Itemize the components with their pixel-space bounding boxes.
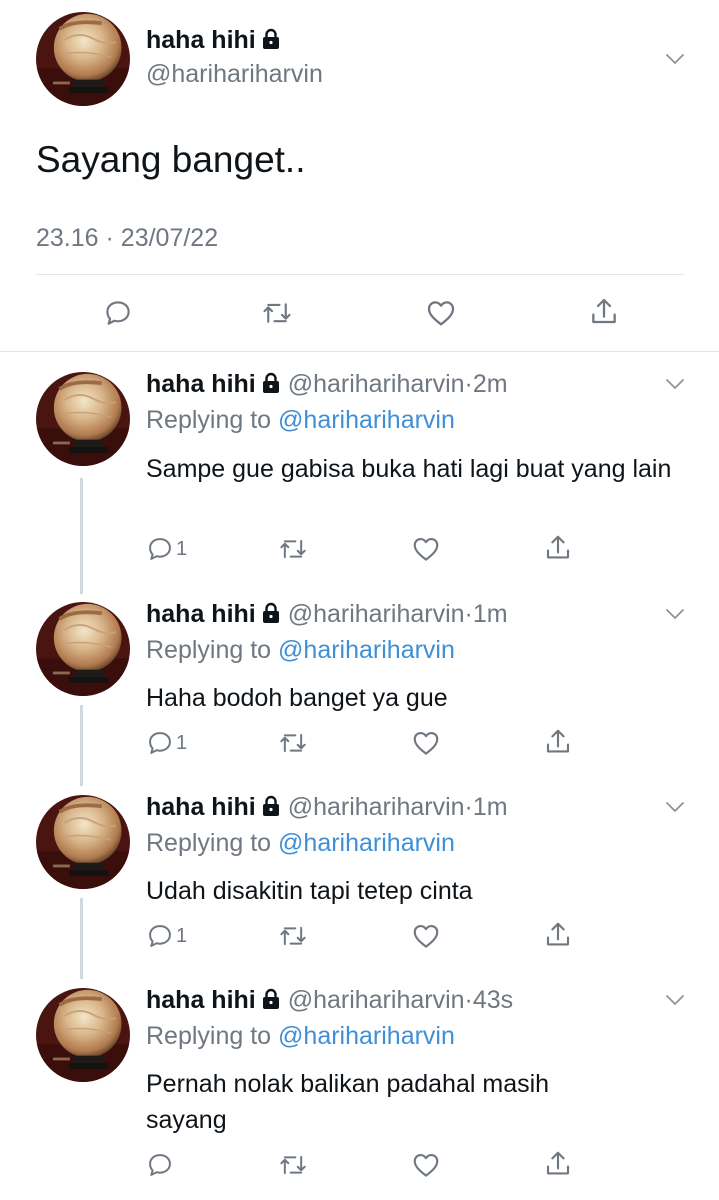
heart-icon bbox=[411, 921, 441, 951]
relative-time: 43s bbox=[472, 986, 514, 1014]
chevron-down-icon[interactable] bbox=[664, 52, 686, 66]
lock-icon bbox=[261, 795, 281, 824]
handle[interactable]: @harihariharvin bbox=[288, 370, 465, 398]
avatar[interactable] bbox=[36, 795, 130, 889]
retweet-icon bbox=[276, 535, 310, 563]
chevron-down-icon[interactable] bbox=[664, 607, 686, 621]
reply-icon bbox=[146, 1151, 174, 1179]
tweet-header: haha hihi @harihariharvin·1m bbox=[146, 793, 508, 824]
divider bbox=[36, 274, 684, 275]
display-name[interactable]: haha hihi bbox=[146, 600, 256, 628]
tweet-text: Pernah nolak balikan padahal masih sayan… bbox=[146, 1070, 550, 1134]
like-button[interactable] bbox=[411, 1150, 441, 1180]
mention-link[interactable]: @harihariharvin bbox=[278, 406, 455, 434]
retweet-button[interactable] bbox=[276, 535, 310, 563]
retweet-icon bbox=[276, 922, 310, 950]
chevron-down-icon[interactable] bbox=[664, 993, 686, 1007]
retweet-button[interactable] bbox=[276, 1151, 310, 1179]
tweet-text: Haha bodoh banget ya gue bbox=[146, 684, 448, 712]
heart-icon bbox=[411, 1150, 441, 1180]
avatar[interactable] bbox=[36, 12, 130, 106]
relative-time: 1m bbox=[472, 793, 508, 821]
tweet-text: Sampe gue gabisa buka hati lagi buat yan… bbox=[146, 455, 672, 483]
display-name[interactable]: haha hihi bbox=[146, 26, 281, 57]
share-button[interactable] bbox=[543, 919, 573, 951]
share-button[interactable] bbox=[588, 295, 620, 329]
reply-icon bbox=[103, 298, 133, 328]
handle[interactable]: @harihariharvin bbox=[288, 986, 465, 1014]
lock-icon bbox=[261, 372, 281, 401]
lock-icon bbox=[261, 988, 281, 1017]
reply-button[interactable]: 1 bbox=[146, 922, 187, 950]
timestamp: 23.16 · 23/07/22 bbox=[36, 224, 219, 252]
lock-icon bbox=[261, 28, 281, 57]
chevron-down-icon[interactable] bbox=[664, 800, 686, 814]
display-name[interactable]: haha hihi bbox=[146, 370, 256, 398]
tweet-text: Sayang banget.. bbox=[36, 139, 306, 180]
share-icon bbox=[543, 726, 573, 758]
reply-count: 1 bbox=[176, 537, 188, 560]
lock-icon bbox=[261, 602, 281, 631]
reply-count: 1 bbox=[176, 731, 188, 754]
tweet-header: haha hihi @harihariharvin·43s bbox=[146, 986, 513, 1017]
thread-line bbox=[80, 705, 83, 786]
chevron-down-icon[interactable] bbox=[664, 377, 686, 391]
mention-link[interactable]: @harihariharvin bbox=[278, 829, 455, 857]
share-icon bbox=[543, 1148, 573, 1180]
replying-to: Replying to @harihariharvin bbox=[146, 829, 455, 857]
share-button[interactable] bbox=[543, 532, 573, 564]
like-button[interactable] bbox=[411, 534, 441, 564]
heart-icon bbox=[411, 728, 441, 758]
share-button[interactable] bbox=[543, 726, 573, 758]
share-icon bbox=[543, 919, 573, 951]
divider bbox=[0, 351, 719, 352]
reply-button[interactable] bbox=[146, 1151, 176, 1179]
handle[interactable]: @harihariharvin bbox=[146, 60, 323, 89]
heart-icon bbox=[424, 297, 458, 329]
reply-count: 1 bbox=[176, 924, 188, 947]
handle[interactable]: @harihariharvin bbox=[288, 793, 465, 821]
retweet-icon bbox=[259, 298, 295, 328]
reply-icon bbox=[146, 729, 174, 757]
display-name[interactable]: haha hihi bbox=[146, 986, 256, 1014]
reply-icon bbox=[146, 922, 174, 950]
mention-link[interactable]: @harihariharvin bbox=[278, 636, 455, 664]
reply-button[interactable]: 1 bbox=[146, 535, 187, 563]
replying-to: Replying to @harihariharvin bbox=[146, 636, 455, 664]
retweet-button[interactable] bbox=[259, 298, 295, 328]
replying-to: Replying to @harihariharvin bbox=[146, 406, 455, 434]
display-name[interactable]: haha hihi bbox=[146, 793, 256, 821]
retweet-icon bbox=[276, 729, 310, 757]
tweet-header: haha hihi @harihariharvin·2m bbox=[146, 370, 508, 401]
retweet-icon bbox=[276, 1151, 310, 1179]
share-icon bbox=[588, 295, 620, 329]
reply-icon bbox=[146, 535, 174, 563]
mention-link[interactable]: @harihariharvin bbox=[278, 1022, 455, 1050]
share-button[interactable] bbox=[543, 1148, 573, 1180]
avatar[interactable] bbox=[36, 372, 130, 466]
reply-button[interactable]: 1 bbox=[146, 729, 187, 757]
thread-line bbox=[80, 898, 83, 979]
reply-button[interactable] bbox=[103, 298, 133, 328]
share-icon bbox=[543, 532, 573, 564]
retweet-button[interactable] bbox=[276, 729, 310, 757]
avatar[interactable] bbox=[36, 602, 130, 696]
handle[interactable]: @harihariharvin bbox=[288, 600, 465, 628]
tweet-text: Udah disakitin tapi tetep cinta bbox=[146, 877, 473, 905]
like-button[interactable] bbox=[411, 728, 441, 758]
heart-icon bbox=[411, 534, 441, 564]
thread-line bbox=[80, 478, 83, 594]
tweet-header: haha hihi @harihariharvin·1m bbox=[146, 600, 508, 631]
relative-time: 1m bbox=[472, 600, 508, 628]
replying-to: Replying to @harihariharvin bbox=[146, 1022, 455, 1050]
like-button[interactable] bbox=[424, 297, 458, 329]
retweet-button[interactable] bbox=[276, 922, 310, 950]
avatar[interactable] bbox=[36, 988, 130, 1082]
relative-time: 2m bbox=[472, 370, 508, 398]
like-button[interactable] bbox=[411, 921, 441, 951]
